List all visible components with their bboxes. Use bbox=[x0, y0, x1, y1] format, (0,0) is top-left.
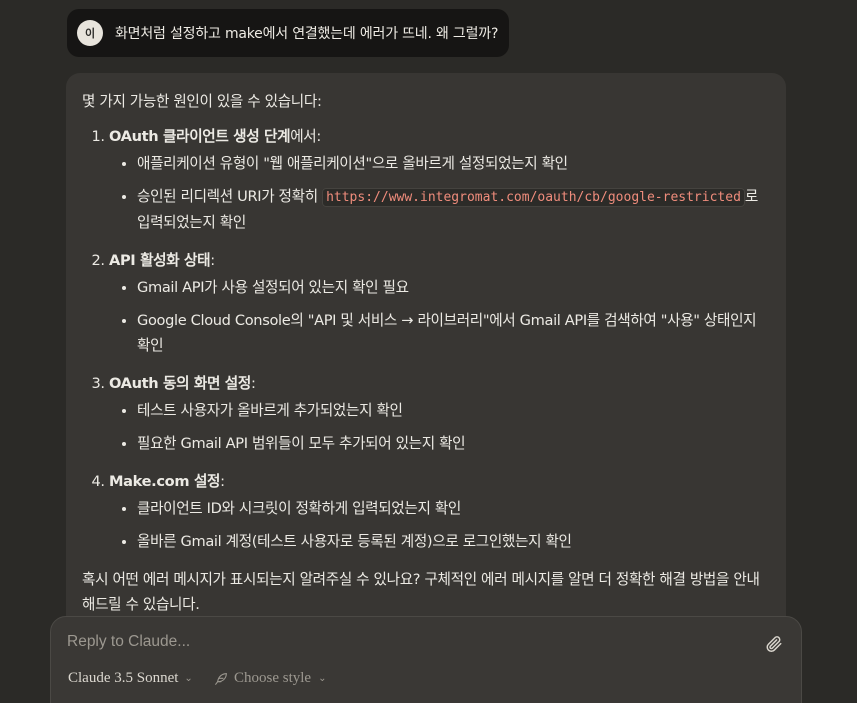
bullet-item: 승인된 리디렉션 URI가 정확히 https://www.integromat… bbox=[137, 184, 766, 235]
step-title: Make.com 설정 bbox=[109, 473, 221, 490]
bullet-text: 필요한 Gmail API 범위들이 모두 추가되어 있는지 확인 bbox=[137, 435, 466, 452]
bullet-text: Google Cloud Console의 "API 및 서비스 → 라이브러리… bbox=[137, 312, 757, 354]
bullet-text: 승인된 리디렉션 URI가 정확히 bbox=[137, 188, 323, 205]
bullet-text: 올바른 Gmail 계정(테스트 사용자로 등록된 계정)으로 로그인했는지 확… bbox=[137, 533, 572, 550]
paperclip-icon[interactable] bbox=[765, 635, 783, 653]
inline-code: https://www.integromat.com/oauth/cb/goog… bbox=[322, 188, 745, 207]
style-label: Choose style bbox=[234, 670, 312, 686]
chevron-down-icon: ⌄ bbox=[184, 673, 193, 684]
step-title: API 활성화 상태 bbox=[109, 252, 211, 269]
bullet-item: Google Cloud Console의 "API 및 서비스 → 라이브러리… bbox=[137, 308, 766, 358]
step-title: OAuth 동의 화면 설정 bbox=[109, 375, 251, 392]
bullet-text: Gmail API가 사용 설정되어 있는지 확인 필요 bbox=[137, 279, 409, 296]
chevron-down-icon: ⌄ bbox=[318, 673, 327, 684]
step-item: API 활성화 상태:Gmail API가 사용 설정되어 있는지 확인 필요G… bbox=[109, 248, 766, 358]
step-title-suffix: : bbox=[210, 252, 215, 269]
bullet-item: 애플리케이션 유형이 "웹 애플리케이션"으로 올바르게 설정되었는지 확인 bbox=[137, 151, 766, 176]
feather-icon bbox=[215, 672, 227, 685]
step-title-suffix: 에서: bbox=[290, 128, 321, 145]
bullet-list: Gmail API가 사용 설정되어 있는지 확인 필요 Google Cloud… bbox=[109, 275, 766, 358]
bullet-text: 클라이언트 ID와 시크릿이 정확하게 입력되었는지 확인 bbox=[137, 500, 461, 517]
bullet-item: 올바른 Gmail 계정(테스트 사용자로 등록된 계정)으로 로그인했는지 확… bbox=[137, 529, 766, 554]
assistant-message: 몇 가지 가능한 원인이 있을 수 있습니다: OAuth 클라이언트 생성 단… bbox=[66, 73, 786, 653]
bullet-list: 애플리케이션 유형이 "웹 애플리케이션"으로 올바르게 설정되었는지 확인승인… bbox=[109, 151, 766, 235]
step-title-suffix: : bbox=[220, 473, 225, 490]
bullet-item: Gmail API가 사용 설정되어 있는지 확인 필요 bbox=[137, 275, 766, 300]
bullet-text: 애플리케이션 유형이 "웹 애플리케이션"으로 올바르게 설정되었는지 확인 bbox=[137, 155, 568, 172]
composer: Reply to Claude... Claude 3.5 Sonnet ⌄ C… bbox=[50, 616, 802, 703]
style-selector[interactable]: Choose style ⌄ bbox=[213, 670, 326, 687]
bullet-list: 클라이언트 ID와 시크릿이 정확하게 입력되었는지 확인올바른 Gmail 계… bbox=[109, 496, 766, 554]
user-avatar: 이 bbox=[77, 20, 103, 46]
assistant-intro: 몇 가지 가능한 원인이 있을 수 있습니다: bbox=[82, 93, 322, 110]
model-selector[interactable]: Claude 3.5 Sonnet ⌄ bbox=[68, 670, 193, 687]
bullet-text: 테스트 사용자가 올바르게 추가되었는지 확인 bbox=[137, 402, 403, 419]
model-label: Claude 3.5 Sonnet bbox=[68, 670, 179, 686]
step-title-suffix: : bbox=[250, 375, 256, 392]
user-message: 이 화면처럼 설정하고 make에서 연결했는데 에러가 뜨네. 왜 그럴까? bbox=[67, 9, 509, 57]
step-item: OAuth 클라이언트 생성 단계에서: 애플리케이션 유형이 "웹 애플리케이션… bbox=[109, 124, 766, 235]
bullet-list: 테스트 사용자가 올바르게 추가되었는지 확인필요한 Gmail API 범위들… bbox=[109, 398, 766, 456]
step-item: Make.com 설정: 클라이언트 ID와 시크릿이 정확하게 입력되었는지 확… bbox=[109, 469, 766, 554]
chat-page: 이 화면처럼 설정하고 make에서 연결했는데 에러가 뜨네. 왜 그럴까? … bbox=[0, 0, 857, 703]
bullet-item: 필요한 Gmail API 범위들이 모두 추가되어 있는지 확인 bbox=[137, 431, 766, 456]
steps-list: OAuth 클라이언트 생성 단계에서: 애플리케이션 유형이 "웹 애플리케이션… bbox=[82, 124, 766, 554]
assistant-outro: 혹시 어떤 에러 메시지가 표시되는지 알려주실 수 있나요? 구체적인 에러 … bbox=[82, 571, 760, 613]
step-title: OAuth 클라이언트 생성 단계 bbox=[109, 128, 291, 145]
bullet-item: 클라이언트 ID와 시크릿이 정확하게 입력되었는지 확인 bbox=[137, 496, 766, 521]
user-message-text: 화면처럼 설정하고 make에서 연결했는데 에러가 뜨네. 왜 그럴까? bbox=[115, 26, 499, 42]
bullet-item: 테스트 사용자가 올바르게 추가되었는지 확인 bbox=[137, 398, 766, 423]
reply-input[interactable]: Reply to Claude... bbox=[67, 633, 190, 651]
step-item: OAuth 동의 화면 설정: 테스트 사용자가 올바르게 추가되었는지 확인필요… bbox=[109, 371, 766, 456]
